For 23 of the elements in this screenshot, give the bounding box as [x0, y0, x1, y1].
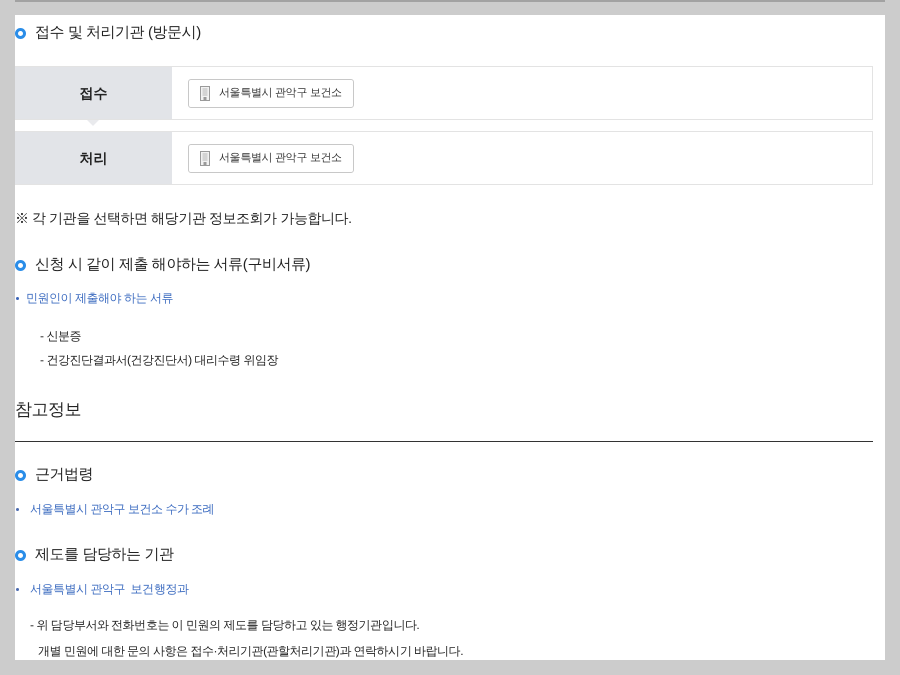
info-note: 개별 민원에 대한 문의 사항은 접수·처리기관(관할처리기관)과 연락하시기 바랍니다. — [37, 643, 464, 660]
agency-button[interactable]: 서울특별시 관악구 보건소 — [188, 78, 354, 108]
section-heading: 접수 및 처리기관 (방문시) — [35, 23, 201, 43]
link[interactable]: 서울특별시 관악구 보건소 수가 조례 — [30, 499, 214, 519]
list-item: - 신분증 — [40, 328, 81, 345]
ring-bullet-icon — [15, 28, 26, 38]
section-heading: 제도를 담당하는 기관 — [35, 545, 174, 565]
section-heading: 신청 시 같이 제출 해야하는 서류(구비서류) — [35, 255, 310, 275]
table-header-cell: 접수 — [15, 67, 172, 119]
agency-button[interactable]: 서울특별시 관악구 보건소 — [188, 144, 354, 172]
list-item: - 건강진단결과서(건강진단서) 대리수령 위임장 — [40, 352, 278, 369]
page-heading: 참고정보 — [15, 399, 81, 421]
category-label: 민원인이 제출해야 하는 서류 — [26, 290, 173, 307]
info-note: - 위 담당부서와 전화번호는 이 민원의 제도를 담당하고 있는 행정기관입니다. — [30, 617, 420, 634]
ring-bullet-icon — [15, 550, 26, 560]
link[interactable]: 서울특별시 관악구 보건행정과 — [30, 579, 188, 599]
info-note: ※ 각 기관을 선택하면 해당기관 정보조회가 가능합니다. — [15, 209, 352, 228]
building-icon — [200, 150, 210, 166]
table-header-cell: 처리 — [15, 132, 172, 184]
ring-bullet-icon — [15, 260, 26, 270]
building-icon — [200, 86, 210, 100]
section-heading: 근거법령 — [35, 465, 94, 485]
ring-bullet-icon — [15, 470, 26, 480]
